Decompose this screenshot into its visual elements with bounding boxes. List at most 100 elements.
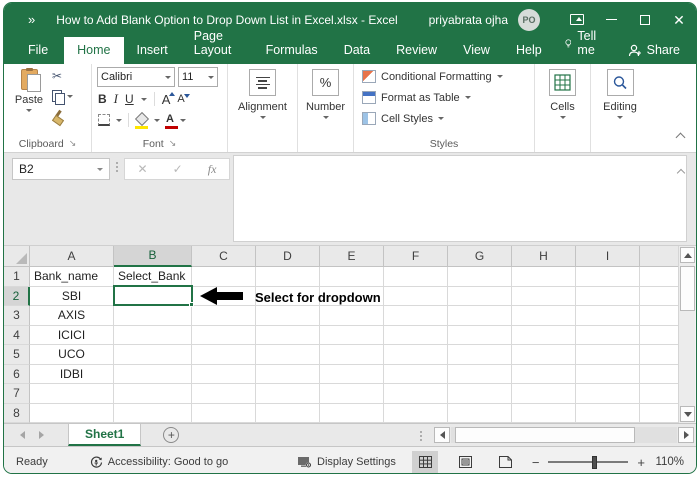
cell-A3[interactable]: AXIS [30,306,114,326]
cell-A4[interactable]: ICICI [30,326,114,346]
row-header-2[interactable]: 2 [4,287,30,307]
cell[interactable] [576,345,640,365]
cell[interactable] [576,384,640,404]
cell[interactable] [640,384,682,404]
cells-button[interactable] [549,69,576,96]
cell[interactable] [448,384,512,404]
cell[interactable] [448,267,512,287]
tab-home[interactable]: Home [64,37,123,64]
tab-data[interactable]: Data [331,37,383,64]
row-header-6[interactable]: 6 [4,365,30,385]
collapse-formula-bar-button[interactable] [678,163,684,181]
fill-color-icon[interactable] [135,114,148,127]
cell[interactable] [512,287,576,307]
clipboard-dialog-launcher-icon[interactable]: ↘ [69,138,77,149]
editing-dropdown-icon[interactable] [617,116,623,119]
normal-view-button[interactable] [412,451,438,473]
row-header-5[interactable]: 5 [4,345,30,365]
cell[interactable] [512,404,576,424]
tab-help[interactable]: Help [503,37,555,64]
cell[interactable] [640,404,682,424]
cell[interactable] [192,404,256,424]
column-header-F[interactable]: F [384,246,448,267]
format-as-table-button[interactable]: Format as Table [362,91,471,104]
scroll-down-button[interactable] [680,406,695,422]
cell[interactable] [384,326,448,346]
cell[interactable] [576,326,640,346]
cell[interactable] [256,384,320,404]
close-button[interactable]: ✕ [662,3,696,36]
row-header-7[interactable]: 7 [4,384,30,404]
name-box[interactable]: B2 [12,158,110,180]
cell-styles-button[interactable]: Cell Styles [362,112,444,125]
cell[interactable] [576,267,640,287]
cell-styles-dropdown-icon[interactable] [438,117,444,120]
cell[interactable] [448,404,512,424]
cell[interactable] [192,306,256,326]
cell-A1[interactable]: Bank_name [30,267,114,287]
cell[interactable] [640,326,682,346]
cell[interactable] [448,326,512,346]
cells-dropdown-icon[interactable] [560,116,566,119]
cell[interactable] [192,267,256,287]
number-button[interactable]: % [312,69,339,96]
cell[interactable] [384,267,448,287]
cell-A7[interactable] [30,384,114,404]
cell[interactable] [512,306,576,326]
cell[interactable] [512,345,576,365]
conditional-formatting-dropdown-icon[interactable] [497,75,503,78]
column-header-H[interactable]: H [512,246,576,267]
underline-button[interactable]: U [125,92,134,106]
paste-dropdown-icon[interactable] [26,109,32,112]
avatar[interactable]: PO [518,9,540,31]
tab-review[interactable]: Review [383,37,450,64]
cancel-icon[interactable]: ✕ [138,162,148,176]
cell[interactable] [576,404,640,424]
cell-B7[interactable] [114,384,192,404]
tab-scroll-splitter[interactable] [420,431,422,441]
new-sheet-button[interactable]: + [163,427,179,443]
column-header-B[interactable]: B [114,246,192,267]
cell[interactable] [256,345,320,365]
cell[interactable] [192,365,256,385]
collapse-ribbon-button[interactable] [677,128,684,146]
cell-B6[interactable] [114,365,192,385]
alignment-dropdown-icon[interactable] [260,116,266,119]
page-break-preview-button[interactable] [492,451,518,473]
bold-button[interactable]: B [98,92,107,106]
next-sheet-button[interactable] [39,431,44,439]
column-header-partial[interactable] [640,246,682,267]
cell[interactable] [192,345,256,365]
column-header-G[interactable]: G [448,246,512,267]
number-dropdown-icon[interactable] [323,116,329,119]
column-header-I[interactable]: I [576,246,640,267]
cut-button[interactable]: ✂ [52,68,73,84]
selected-cell-B2[interactable] [113,285,193,306]
cell[interactable] [384,345,448,365]
cell-A2[interactable]: SBI [30,287,114,307]
cell[interactable] [384,365,448,385]
column-header-E[interactable]: E [320,246,384,267]
cell[interactable] [512,267,576,287]
share-button[interactable]: Share [612,37,696,64]
font-color-icon[interactable]: A [166,113,174,127]
cell-B4[interactable] [114,326,192,346]
zoom-level[interactable]: 110% [654,456,684,468]
cell[interactable] [320,326,384,346]
paste-button[interactable]: Paste [10,67,48,133]
editing-button[interactable] [607,69,634,96]
tab-view[interactable]: View [450,37,503,64]
copy-button[interactable] [52,88,73,104]
cell[interactable] [640,345,682,365]
tab-page-layout[interactable]: Page Layout [181,23,253,64]
scroll-left-button[interactable] [434,427,450,443]
cell-B3[interactable] [114,306,192,326]
cell[interactable] [448,345,512,365]
font-size-combobox[interactable]: 11 [178,67,218,87]
cell[interactable] [192,326,256,346]
tell-me-button[interactable]: Tell me [555,23,612,64]
font-dialog-launcher-icon[interactable]: ↘ [169,138,177,149]
page-layout-view-button[interactable] [452,451,478,473]
cell[interactable] [384,287,448,307]
font-name-combobox[interactable]: Calibri [97,67,175,87]
